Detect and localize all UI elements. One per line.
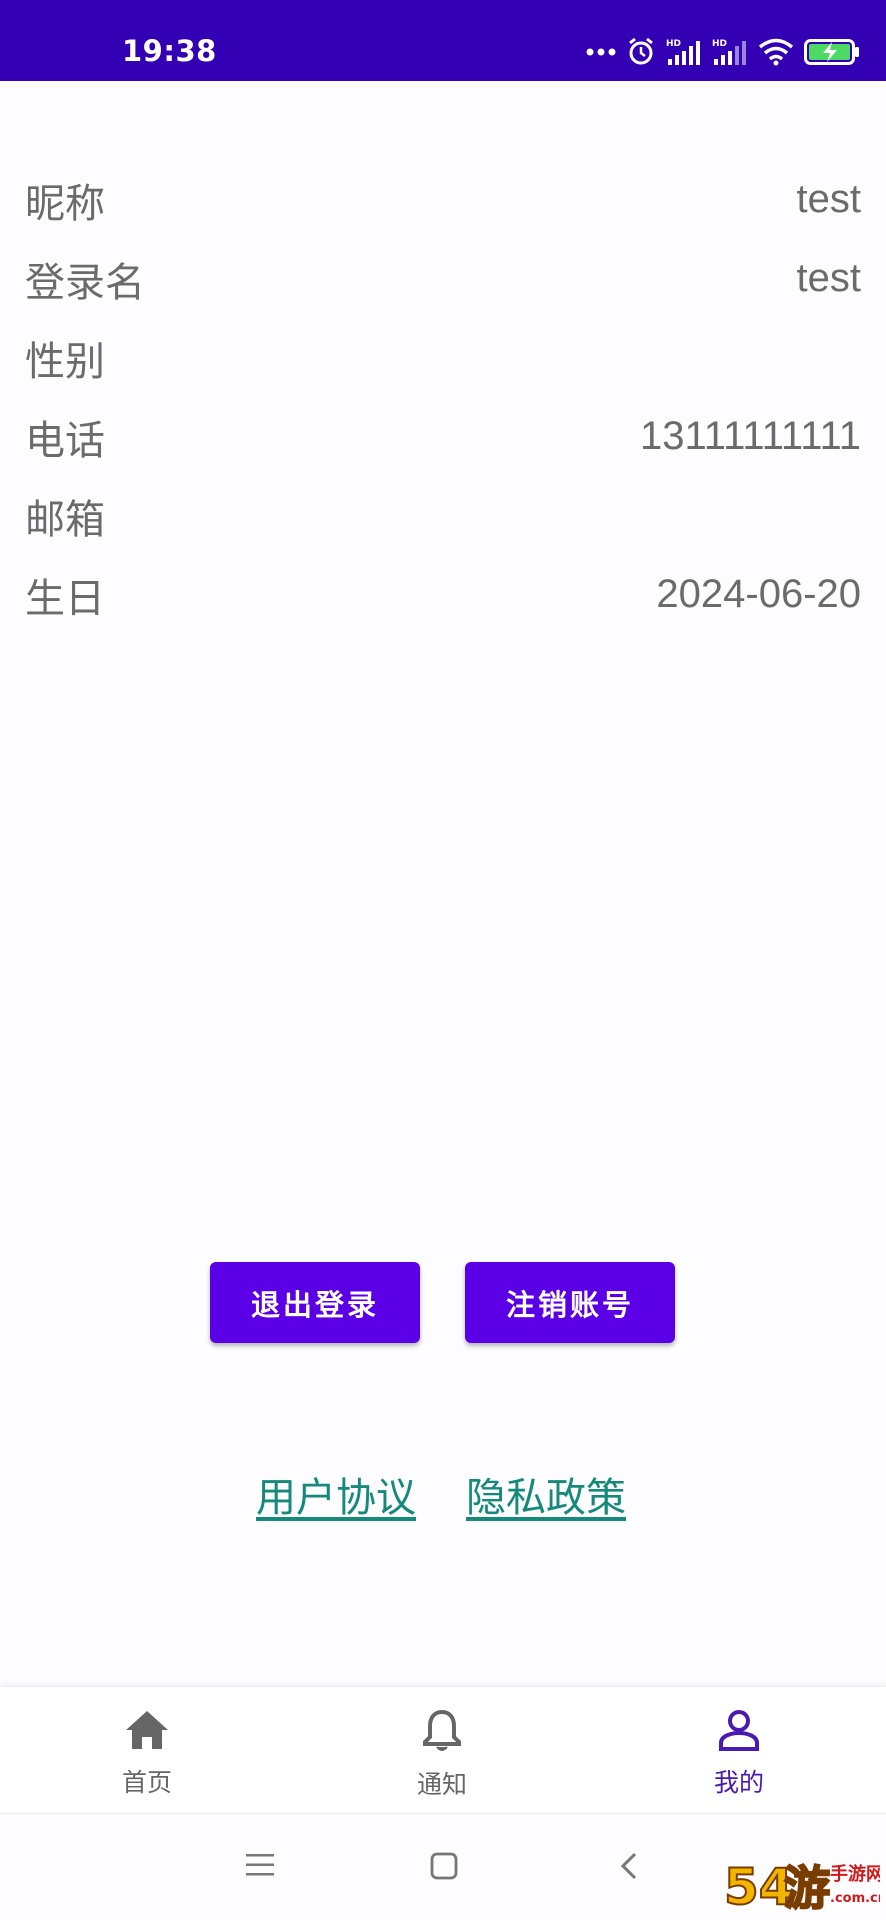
- phone-label: 电话: [25, 417, 105, 464]
- user-agreement-link[interactable]: 用户协议: [256, 1465, 416, 1523]
- battery-charging-icon: [804, 39, 860, 65]
- svg-text:HD: HD: [666, 39, 681, 49]
- person-icon: [717, 1709, 761, 1757]
- hd-signal-icon: HD: [712, 37, 748, 67]
- birthday-value: 2024-06-20: [656, 572, 861, 616]
- profile-row-birthday: 生日 2024-06-20: [25, 555, 861, 634]
- status-time: 19:38: [122, 34, 217, 68]
- birthday-label: 生日: [25, 575, 105, 622]
- profile-info: 昵称 test 登录名 test 性别 电话 13111111111 邮箱 生日…: [25, 160, 861, 634]
- wifi-icon: [758, 38, 794, 66]
- nav-label-me: 我的: [713, 1768, 764, 1797]
- cancel-account-button[interactable]: 注销账号: [465, 1262, 675, 1343]
- home-icon: [124, 1709, 170, 1757]
- nickname-label: 昵称: [25, 180, 105, 227]
- svg-text:游: 游: [784, 1861, 830, 1915]
- alarm-icon: [626, 37, 656, 67]
- profile-row-email: 邮箱: [25, 476, 861, 555]
- profile-row-gender: 性别: [25, 318, 861, 397]
- nav-label-notice: 通知: [416, 1770, 467, 1799]
- status-icons: HD HD: [586, 32, 860, 72]
- more-dots-icon: [586, 47, 616, 57]
- nickname-value: test: [796, 177, 861, 221]
- status-bar: 19:38 HD HD: [0, 0, 886, 81]
- square-home-icon[interactable]: [430, 1852, 458, 1884]
- login-name-label: 登录名: [25, 259, 145, 306]
- nav-item-notice[interactable]: 通知: [362, 1709, 522, 1801]
- profile-row-nickname: 昵称 test: [25, 160, 861, 239]
- screen: 19:38 HD HD 昵称 test 登录名 test 性别 电话 13111…: [0, 0, 886, 1920]
- bell-icon: [421, 1709, 463, 1759]
- hd-signal-icon: HD: [666, 37, 702, 67]
- bottom-nav: 首页 通知 我的: [0, 1686, 886, 1812]
- gender-label: 性别: [25, 338, 105, 385]
- privacy-policy-link[interactable]: 隐私政策: [466, 1465, 626, 1523]
- menu-icon[interactable]: [246, 1852, 274, 1882]
- nav-item-home[interactable]: 首页: [67, 1709, 227, 1799]
- profile-row-phone: 电话 13111111111: [25, 397, 861, 476]
- nav-label-home: 首页: [121, 1768, 172, 1797]
- phone-value: 13111111111: [640, 414, 861, 458]
- back-chevron-icon[interactable]: [619, 1852, 639, 1884]
- logout-button[interactable]: 退出登录: [210, 1262, 420, 1343]
- nav-item-me[interactable]: 我的: [659, 1709, 819, 1799]
- svg-text:.com.cn: .com.cn: [830, 1891, 880, 1906]
- watermark-logo: 54 游 手游网 .com.cn: [722, 1850, 886, 1917]
- svg-text:手游网: 手游网: [830, 1863, 880, 1885]
- login-name-value: test: [796, 256, 861, 300]
- svg-text:HD: HD: [712, 39, 727, 49]
- email-label: 邮箱: [25, 496, 105, 543]
- profile-row-login-name: 登录名 test: [25, 239, 861, 318]
